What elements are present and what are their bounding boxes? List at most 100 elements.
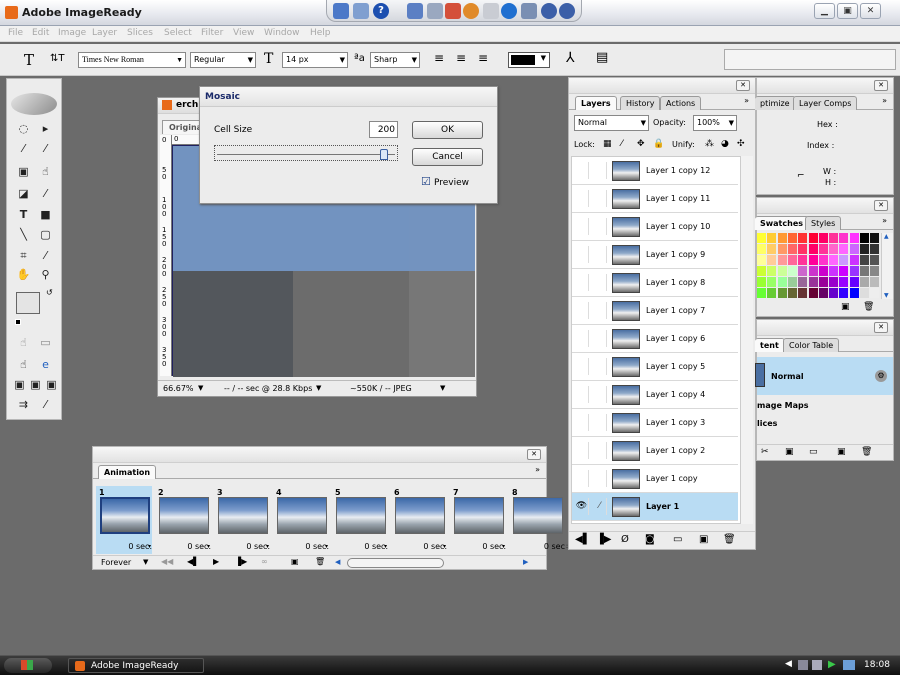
color-swatch[interactable] [808,244,818,254]
color-swatch[interactable] [860,277,869,287]
color-swatch[interactable] [757,266,766,276]
layer-row[interactable]: Layer 1 copy 8 [572,269,738,297]
minimize-button[interactable]: ▁ [814,3,835,19]
opacity-select[interactable]: 100% ▼ [693,115,737,131]
close-icon[interactable]: ✕ [874,322,888,333]
info-dropdown-icon[interactable]: ▼ [440,384,445,392]
color-swatch[interactable] [860,244,869,254]
layer-row[interactable]: Layer 1 copy 12 [572,157,738,185]
color-swatch[interactable] [860,255,869,265]
color-swatch[interactable] [818,244,828,254]
scroll-right-icon[interactable]: ▶ [523,558,528,566]
eyedropper-tool-icon[interactable]: ⁄ [37,248,54,263]
animation-frame[interactable]: 5 0 sec. ▾ [332,486,388,554]
layer-row[interactable]: 👁 ⁄ Layer 1 [572,493,738,521]
color-swatch[interactable] [829,288,839,298]
tray-expand-icon[interactable]: ◀ [785,659,792,669]
color-swatch[interactable] [787,288,797,298]
dropdown-arrow-icon[interactable]: ▾ [443,543,446,550]
color-swatch[interactable] [849,233,859,243]
antialias-select[interactable]: Sharp ▼ [370,52,420,68]
color-swatch[interactable] [818,288,828,298]
color-swatch[interactable] [798,266,808,276]
dropdown-arrow-icon[interactable]: ▾ [148,543,151,550]
dropdown-arrow-icon[interactable]: ▼ [143,558,148,566]
lock-all-icon[interactable]: 🔒 [653,139,664,149]
tools-icon[interactable] [427,3,443,19]
tab-color-table[interactable]: Color Table [783,338,840,352]
trash-icon[interactable]: 🗑 [723,534,736,545]
scroll-up-icon[interactable]: ▲ [884,233,889,240]
tab-history[interactable]: History [620,96,661,110]
color-swatch[interactable] [798,233,808,243]
tab-animation[interactable]: Animation [98,465,157,479]
color-swatch[interactable] [757,244,766,254]
layer-row[interactable]: Layer 1 copy 4 [572,381,738,409]
unify-visibility-icon[interactable]: ◕ [721,139,729,149]
font-size-select[interactable]: 14 px ▼ [282,52,348,68]
color-swatch[interactable] [839,266,849,276]
trash-icon[interactable]: 🗑 [863,302,874,312]
play-tray-icon[interactable]: ▶ [828,659,836,670]
menu-window[interactable]: Window [264,28,300,38]
frame-delay[interactable]: 0 sec. [454,542,506,551]
user-icon[interactable] [521,3,537,19]
user-tray-icon[interactable] [843,660,855,670]
mail-icon[interactable] [483,3,499,19]
color-swatch[interactable] [767,277,777,287]
color-swatch[interactable] [818,255,828,265]
color-swatch[interactable] [860,288,869,298]
tab-layer-comps[interactable]: Layer Comps [793,96,858,110]
color-swatch[interactable] [839,233,849,243]
layer-row[interactable]: Layer 1 copy 11 [572,185,738,213]
tab-actions[interactable]: Actions [660,96,702,110]
color-swatch[interactable] [808,233,818,243]
color-swatch[interactable] [767,255,777,265]
layer-row[interactable]: Layer 1 copy [572,465,738,493]
unify-position-icon[interactable]: ⁂ [705,139,714,149]
link-icon[interactable] [593,302,607,319]
align-left-icon[interactable]: ≡ [434,51,444,65]
close-icon[interactable]: ✕ [527,449,541,460]
panel-menu-icon[interactable]: » [535,465,540,474]
color-swatch[interactable] [767,266,777,276]
next-frame-icon[interactable]: ▐▶ [596,534,611,545]
animation-frame[interactable]: 80 sec: [509,486,568,554]
font-style-select[interactable]: Regular ▼ [190,52,256,68]
palettes-icon[interactable]: ▤ [596,50,608,65]
animation-frame[interactable]: 2 0 sec. ▾ [155,486,211,554]
color-swatch[interactable] [829,233,839,243]
cell-size-slider[interactable] [214,145,398,161]
text-orientation-icon[interactable]: ⇅T [50,53,65,64]
content-row-selected[interactable]: Normal ⚙ [755,357,893,395]
link-icon[interactable]: ⁄ [593,498,607,515]
visibility-icon[interactable]: 👁 [575,498,589,515]
trash-icon[interactable]: 🗑 [315,557,325,566]
zoom-dropdown-icon[interactable]: ▼ [198,384,203,392]
tab-web-content[interactable]: tent [755,338,785,352]
close-icon[interactable]: ✕ [736,80,750,91]
color-swatch[interactable] [829,277,839,287]
dropdown-arrow-icon[interactable]: ▾ [266,543,269,550]
start-button[interactable] [4,658,52,673]
cancel-button[interactable]: Cancel [412,148,483,166]
scroll-down-icon[interactable]: ▼ [884,292,889,299]
toggle-maps-icon[interactable]: ▭ [37,335,54,350]
crop-tool-icon[interactable]: ⌗ [15,248,32,263]
color-swatch[interactable] [777,266,787,276]
layer-mask-icon[interactable]: ◙ [645,534,655,545]
color-swatch[interactable] [818,266,828,276]
menu-file[interactable]: File [8,28,23,38]
play-icon[interactable]: ▶ [213,557,219,566]
new-group-icon[interactable]: ▭ [809,447,818,457]
layers-scrollbar[interactable] [741,156,753,524]
color-swatch[interactable] [870,288,880,298]
frame-delay[interactable]: 0 sec. [159,542,211,551]
color-swatch[interactable] [839,255,849,265]
display-icon[interactable] [353,3,369,19]
lock-move-icon[interactable]: ✥ [637,139,645,149]
color-swatch[interactable] [839,244,849,254]
frame-delay[interactable]: 0 sec. [336,542,388,551]
swatches-scrollbar[interactable]: ▲ ▼ [881,233,893,299]
loop-select[interactable]: Forever [101,558,131,567]
